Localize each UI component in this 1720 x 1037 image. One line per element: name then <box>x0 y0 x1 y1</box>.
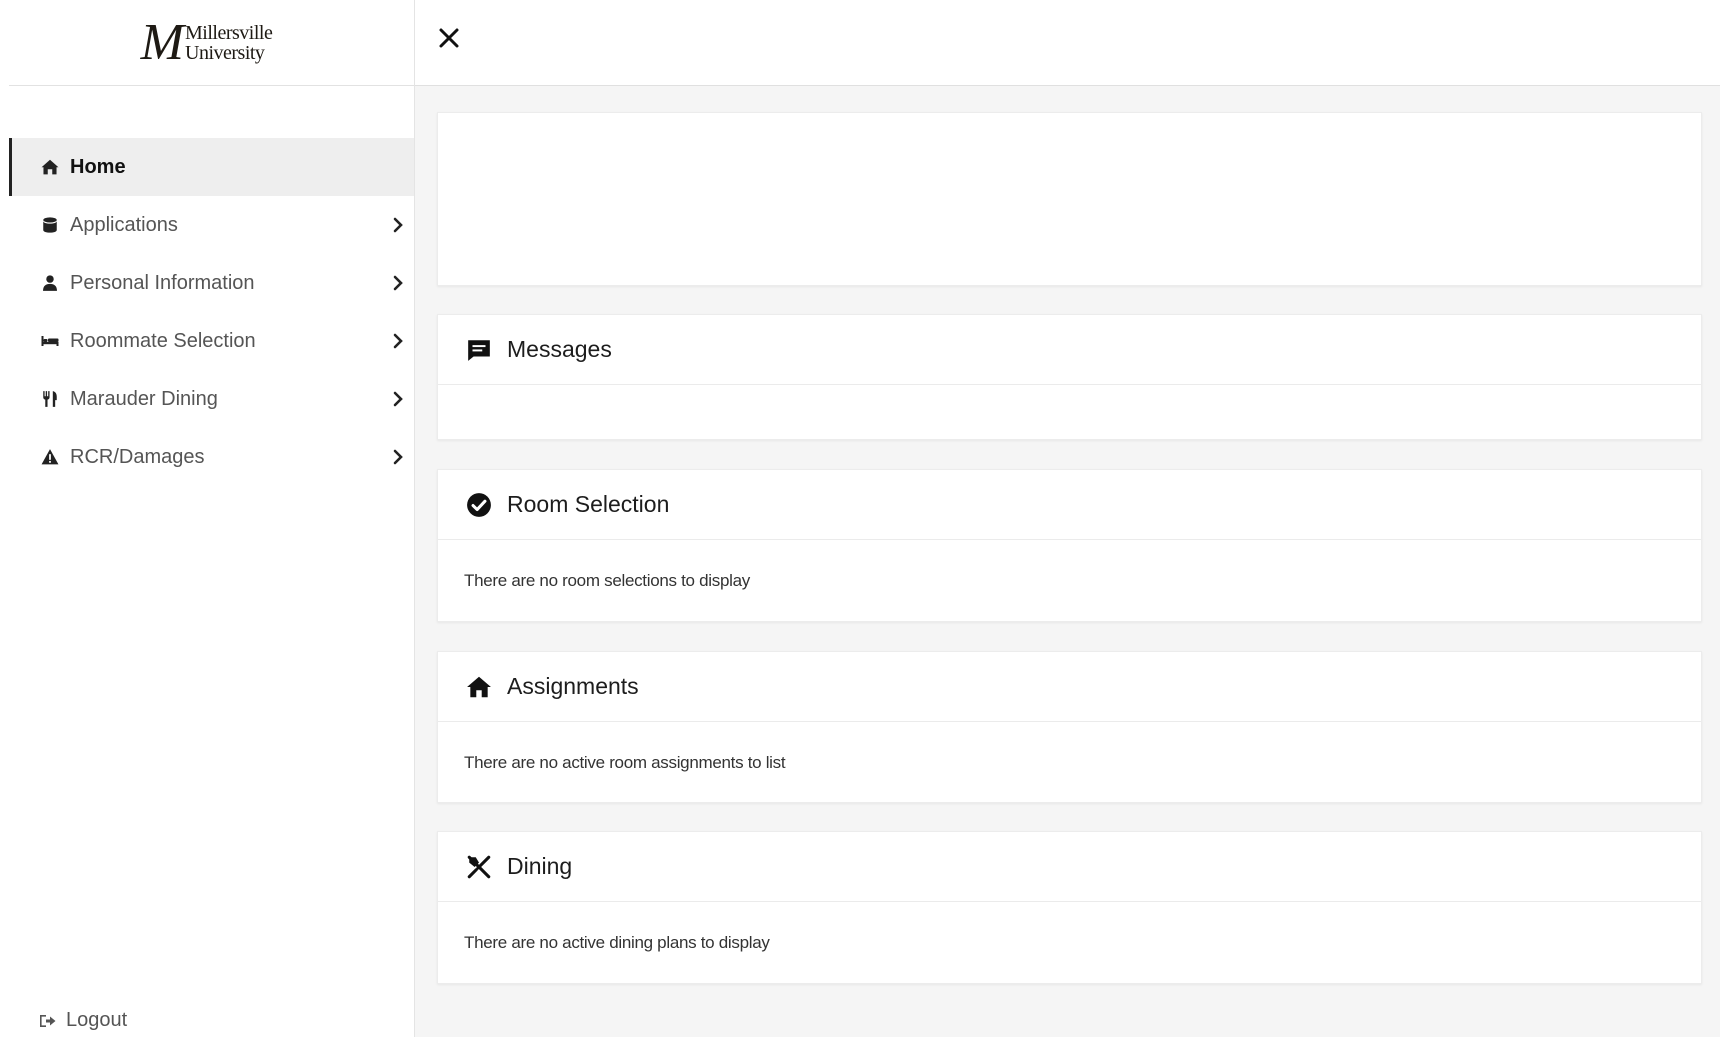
room-selection-empty-text: There are no room selections to display <box>464 571 750 590</box>
check-circle-icon <box>466 492 492 518</box>
sidebar-item-applications[interactable]: Applications <box>9 196 414 254</box>
close-menu-button[interactable] <box>435 24 463 52</box>
logo-line-1: Millersville <box>185 21 273 44</box>
sidebar-item-roommate-selection[interactable]: Roommate Selection <box>9 312 414 370</box>
university-logo[interactable]: M Millersville University <box>140 13 273 71</box>
logo-area: M Millersville University <box>9 0 414 86</box>
app-root: M Millersville University Home Applicati… <box>0 0 1720 1037</box>
assignments-card: Assignments There are no active room ass… <box>437 651 1702 803</box>
logout-link[interactable]: Logout <box>39 1009 127 1032</box>
dining-empty-text: There are no active dining plans to disp… <box>464 933 770 952</box>
room-selection-card: Room Selection There are no room selecti… <box>437 469 1702 622</box>
messages-body <box>438 385 1701 439</box>
logout-label: Logout <box>66 1009 128 1031</box>
sidebar-item-home[interactable]: Home <box>9 138 414 196</box>
sidebar-item-label: Marauder Dining <box>70 387 218 410</box>
sign-out-icon <box>40 1014 56 1027</box>
logo-mark: M <box>140 13 184 71</box>
comment-icon <box>466 337 492 363</box>
dining-card: Dining There are no active dining plans … <box>437 831 1702 984</box>
chevron-right-icon <box>390 449 406 465</box>
banner-card <box>437 112 1702 286</box>
card-title: Messages <box>507 336 612 362</box>
chevron-right-icon <box>390 275 406 291</box>
sidebar-item-marauder-dining[interactable]: Marauder Dining <box>9 370 414 428</box>
sidebar-item-label: Home <box>70 155 126 178</box>
sidebar-nav: Home Applications Personal Information R… <box>9 138 414 486</box>
sidebar-item-label: Personal Information <box>70 271 255 294</box>
logo-wordmark: Millersville University <box>185 21 273 64</box>
utensils-crossed-icon <box>466 854 492 880</box>
sidebar-item-label: Applications <box>70 213 178 236</box>
warning-icon <box>39 446 61 468</box>
sidebar-item-label: RCR/Damages <box>70 445 205 468</box>
cutlery-icon <box>39 388 61 410</box>
card-header: Dining <box>438 832 1701 902</box>
messages-card: Messages <box>437 314 1702 440</box>
card-title: Room Selection <box>507 491 670 517</box>
sidebar: M Millersville University Home Applicati… <box>0 0 415 1037</box>
home-icon <box>39 156 61 178</box>
chevron-right-icon <box>390 391 406 407</box>
database-icon <box>39 214 61 236</box>
chevron-right-icon <box>390 217 406 233</box>
card-header: Room Selection <box>438 470 1701 540</box>
card-title: Dining <box>507 853 573 879</box>
card-header: Messages <box>438 315 1701 385</box>
logo-line-2: University <box>185 41 265 64</box>
sidebar-item-personal-information[interactable]: Personal Information <box>9 254 414 312</box>
home-icon <box>466 674 492 700</box>
assignments-empty-text: There are no active room assignments to … <box>464 752 786 772</box>
chevron-right-icon <box>390 333 406 349</box>
card-title: Assignments <box>507 673 639 699</box>
bed-icon <box>39 330 61 352</box>
user-icon <box>39 272 61 294</box>
card-header: Assignments <box>438 652 1701 722</box>
top-bar <box>415 0 1720 86</box>
close-icon <box>439 28 459 48</box>
sidebar-item-rcr-damages[interactable]: RCR/Damages <box>9 428 414 486</box>
sidebar-item-label: Roommate Selection <box>70 329 256 352</box>
